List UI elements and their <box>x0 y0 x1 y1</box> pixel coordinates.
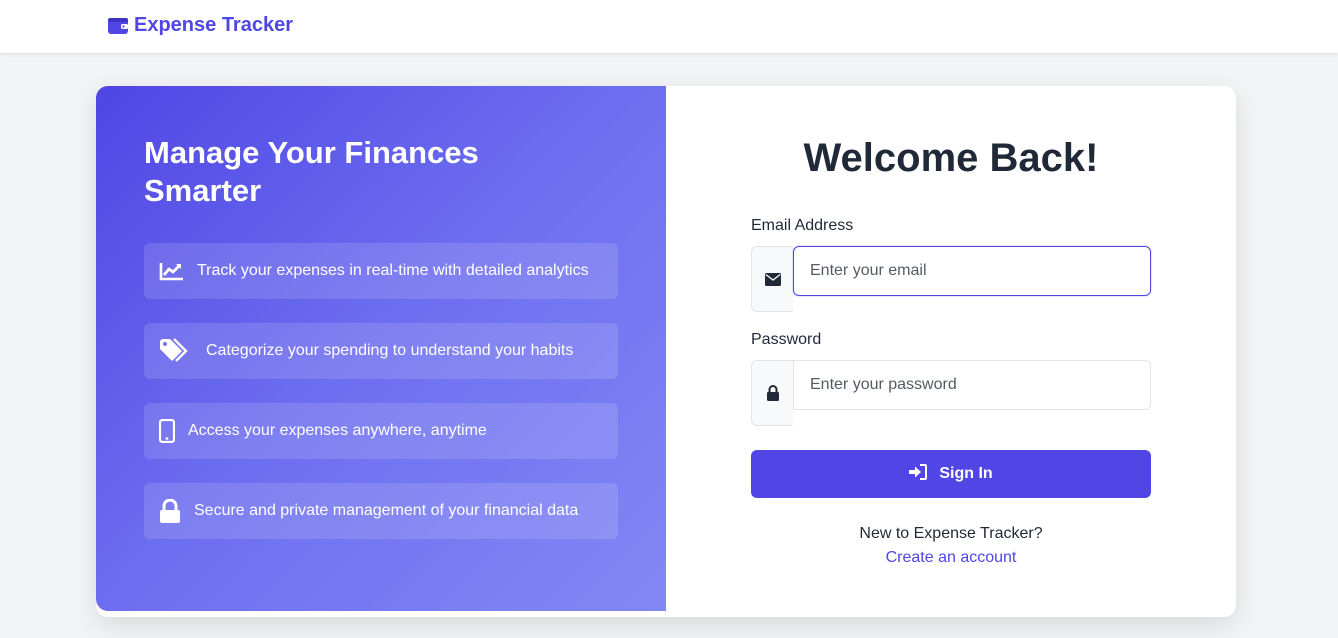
lock-icon <box>159 498 181 524</box>
password-label: Password <box>751 331 822 348</box>
feature-item-analytics: Track your expenses in real-time with de… <box>144 243 618 299</box>
promo-panel: Manage Your Finances Smarter Track your … <box>96 86 666 611</box>
tags-icon <box>159 338 191 364</box>
lock-icon <box>751 360 793 426</box>
password-input[interactable] <box>793 360 1151 410</box>
wallet-icon <box>108 17 128 34</box>
password-input-group <box>751 360 1151 426</box>
create-account-link[interactable]: Create an account <box>666 549 1236 567</box>
feature-text: Categorize your spending to understand y… <box>206 342 574 359</box>
navbar: Expense Tracker <box>0 0 1338 53</box>
welcome-heading: Welcome Back! <box>803 136 1099 180</box>
email-label: Email Address <box>751 217 854 234</box>
chart-line-icon <box>159 261 184 281</box>
promo-title: Manage Your Finances Smarter <box>144 135 479 208</box>
signup-prompt: New to Expense Tracker? <box>859 525 1043 542</box>
brand-name: Expense Tracker <box>134 14 293 36</box>
feature-text: Access your expenses anywhere, anytime <box>188 422 487 439</box>
feature-item-categorize: Categorize your spending to understand y… <box>144 323 618 379</box>
mobile-icon <box>159 419 175 443</box>
feature-item-mobile: Access your expenses anywhere, anytime <box>144 403 618 459</box>
sign-in-icon <box>909 463 928 485</box>
email-input[interactable] <box>793 246 1151 296</box>
envelope-icon <box>751 246 793 312</box>
email-input-group <box>751 246 1151 312</box>
brand-link[interactable]: Expense Tracker <box>108 14 293 37</box>
feature-item-secure: Secure and private management of your fi… <box>144 483 618 539</box>
feature-text: Track your expenses in real-time with de… <box>197 262 589 279</box>
sign-in-button[interactable]: Sign In <box>751 450 1151 498</box>
sign-in-label: Sign In <box>939 465 993 482</box>
feature-text: Secure and private management of your fi… <box>194 502 579 519</box>
login-form-panel: Welcome Back! Email Address Password <box>666 86 1236 617</box>
login-card: Manage Your Finances Smarter Track your … <box>96 86 1236 617</box>
